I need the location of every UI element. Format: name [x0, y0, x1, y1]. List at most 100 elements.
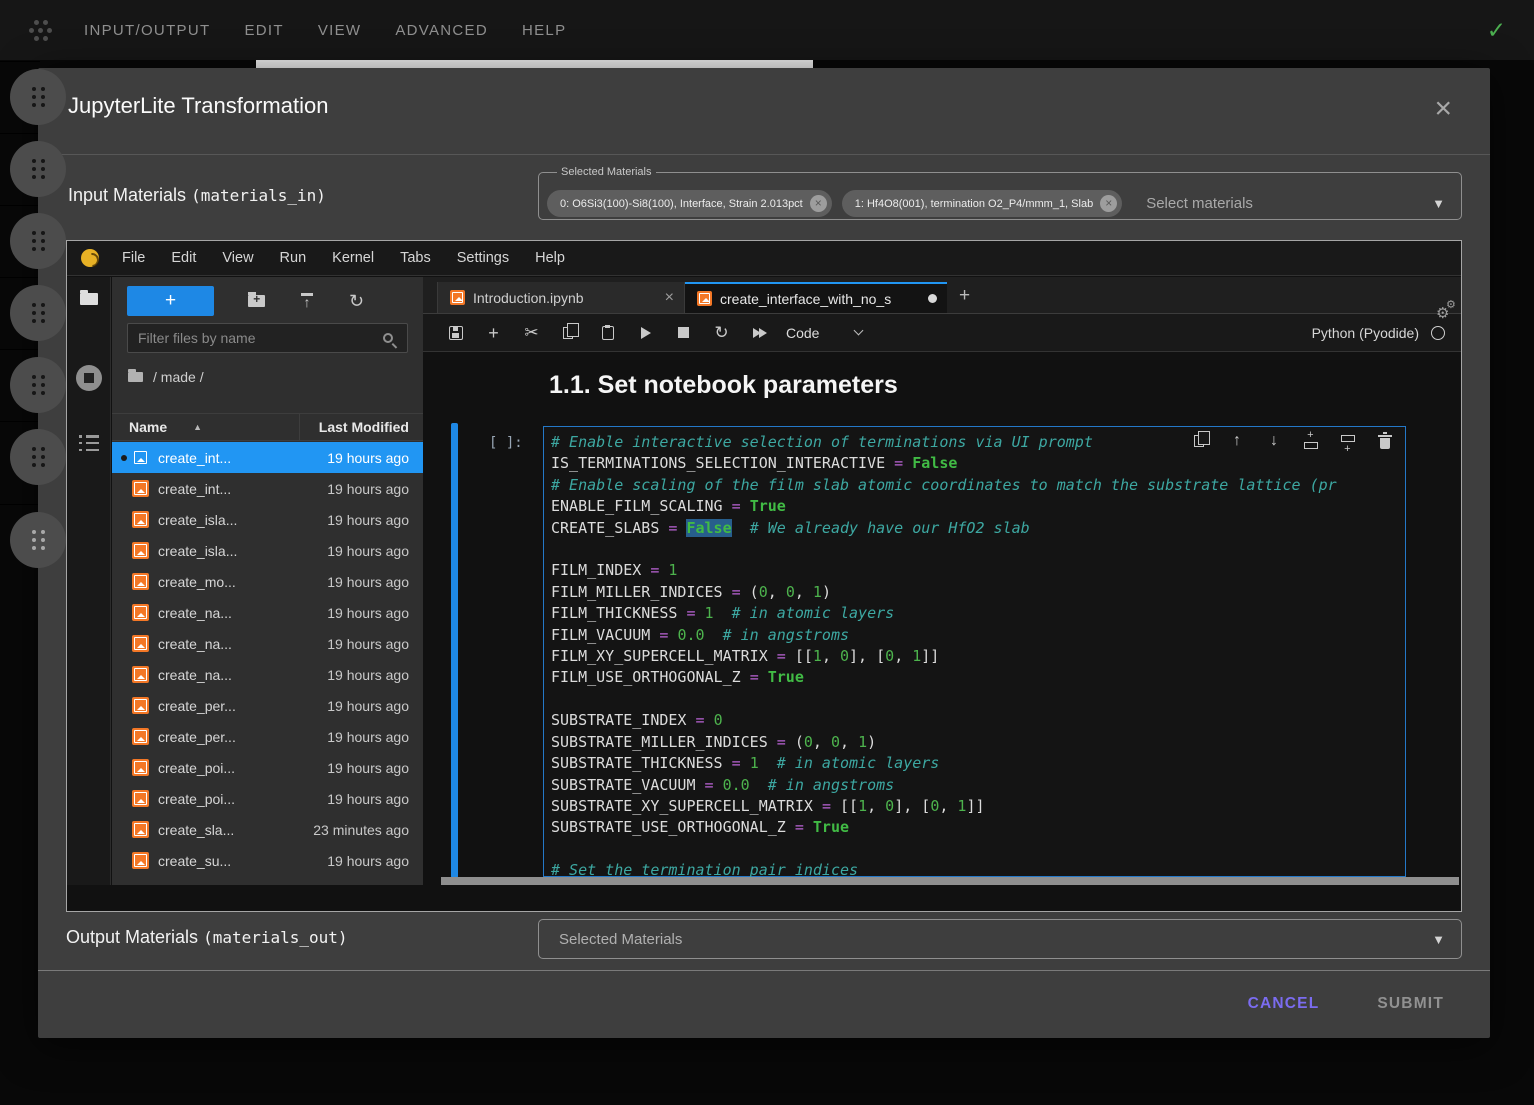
app-menu-item-advanced[interactable]: ADVANCED [395, 22, 488, 39]
material-chip[interactable]: 1: Hf4O8(001), termination O2_P4/mmm_1, … [842, 190, 1122, 217]
run-icon[interactable] [637, 324, 654, 341]
cut-icon[interactable]: ✂ [523, 324, 540, 341]
jupyter-menu-settings[interactable]: Settings [444, 250, 522, 266]
jupyter-menu-run[interactable]: Run [267, 250, 320, 266]
tab-close-icon[interactable]: × [665, 289, 674, 307]
file-name: create_poi... [158, 791, 235, 807]
move-down-icon[interactable]: ↓ [1266, 433, 1282, 449]
home-folder-icon[interactable] [128, 372, 143, 382]
material-chip[interactable]: 0: O6Si3(100)-Si8(100), Interface, Strai… [547, 190, 832, 217]
app-menu-item-input-output[interactable]: INPUT/OUTPUT [84, 22, 210, 39]
paste-icon[interactable] [599, 324, 616, 341]
kernel-name[interactable]: Python (Pyodide) [1312, 325, 1419, 341]
cell-collapser[interactable] [451, 423, 458, 877]
unit-drag-handle[interactable] [10, 213, 66, 269]
unit-row-divider [0, 133, 40, 134]
tab-inactive[interactable]: Introduction.ipynb× [437, 282, 685, 313]
delete-icon[interactable] [1377, 433, 1393, 449]
file-name: create_poi... [158, 760, 235, 776]
unit-drag-handle[interactable] [10, 512, 66, 568]
file-row[interactable]: create_poi...19 hours ago [112, 783, 423, 814]
unit-drag-handle[interactable] [10, 357, 66, 413]
code-line: FILM_VACUUM = 0.0 # in angstroms [551, 625, 1398, 646]
submit-button[interactable]: SUBMIT [1371, 994, 1450, 1014]
tab-dirty-icon[interactable] [928, 294, 937, 303]
file-row[interactable]: create_int...19 hours ago [112, 473, 423, 504]
close-icon[interactable]: × [1434, 96, 1452, 122]
app-menu-item-help[interactable]: HELP [522, 22, 566, 39]
tab-active[interactable]: create_interface_with_no_s [685, 282, 947, 313]
insert-above-icon[interactable] [1303, 433, 1319, 449]
select-materials-placeholder[interactable]: Select materials [1146, 195, 1253, 212]
new-launcher-button[interactable]: + [127, 286, 214, 316]
file-row[interactable]: create_su...19 hours ago [112, 845, 423, 876]
settings-gears-icon[interactable]: ⚙⚙ [1436, 298, 1462, 324]
remove-chip-icon[interactable]: × [810, 195, 827, 212]
running-kernels-icon[interactable] [76, 365, 102, 391]
table-of-contents-icon[interactable] [79, 435, 99, 451]
file-row[interactable]: create_poi...19 hours ago [112, 752, 423, 783]
cell-type-dropdown[interactable]: Code [786, 325, 862, 341]
notebook-file-icon [132, 790, 149, 807]
new-tab-icon[interactable]: + [959, 285, 970, 307]
new-folder-icon[interactable] [248, 295, 265, 307]
app-menu-item-view[interactable]: VIEW [318, 22, 362, 39]
file-row[interactable]: create_per...19 hours ago [112, 690, 423, 721]
file-modified: 19 hours ago [235, 791, 423, 807]
move-up-icon[interactable]: ↑ [1229, 433, 1245, 449]
upload-icon[interactable] [299, 293, 315, 309]
insert-below-icon[interactable] [1340, 433, 1356, 449]
unit-row-divider [0, 504, 40, 505]
file-row[interactable]: create_isla...19 hours ago [112, 535, 423, 566]
horizontal-scrollbar[interactable] [441, 877, 1459, 885]
column-name[interactable]: Name ▲ [112, 414, 300, 440]
stop-icon[interactable] [675, 324, 692, 341]
scrollbar-thumb[interactable] [441, 877, 1459, 885]
file-browser-icon[interactable] [80, 293, 98, 305]
file-row[interactable]: create_na...19 hours ago [112, 628, 423, 659]
breadcrumb[interactable]: / made / [128, 369, 204, 385]
app-menu-item-edit[interactable]: EDIT [244, 22, 283, 39]
breadcrumb-path[interactable]: / made / [153, 369, 204, 385]
jupyter-menu-help[interactable]: Help [522, 250, 578, 266]
dropdown-arrow-icon[interactable]: ▼ [1432, 196, 1445, 211]
unit-drag-handle[interactable] [10, 69, 66, 125]
kernel-idle-icon[interactable] [1431, 326, 1445, 340]
notebook-file-icon [132, 697, 149, 714]
selected-materials-field: Selected Materials 0: O6Si3(100)-Si8(100… [538, 166, 1462, 220]
material-chip-label: 0: O6Si3(100)-Si8(100), Interface, Strai… [560, 198, 803, 210]
drag-dots-icon [32, 375, 45, 395]
main-dock: Introduction.ipynb×create_interface_with… [423, 277, 1462, 885]
file-row[interactable]: create_isla...19 hours ago [112, 504, 423, 535]
unit-drag-handle[interactable] [10, 141, 66, 197]
fast-forward-icon[interactable] [751, 324, 768, 341]
code-editor[interactable]: # Enable interactive selection of termin… [543, 426, 1406, 877]
jupyter-menu-view[interactable]: View [209, 250, 266, 266]
refresh-icon[interactable]: ↻ [349, 293, 364, 309]
file-row[interactable]: create_na...19 hours ago [112, 597, 423, 628]
file-row[interactable]: create_na...19 hours ago [112, 659, 423, 690]
unit-drag-handle[interactable] [10, 429, 66, 485]
file-row[interactable]: create_sla...23 minutes ago [112, 814, 423, 845]
insert-cell-icon[interactable]: + [485, 324, 502, 341]
restart-icon[interactable]: ↻ [713, 324, 730, 341]
jupyter-menu-kernel[interactable]: Kernel [319, 250, 387, 266]
jupyter-menu-tabs[interactable]: Tabs [387, 250, 444, 266]
workflow-check-icon[interactable]: ✓ [1487, 17, 1506, 44]
file-row[interactable]: create_int...19 hours ago [112, 442, 423, 473]
file-row[interactable]: create_mo...19 hours ago [112, 566, 423, 597]
remove-chip-icon[interactable]: × [1100, 195, 1117, 212]
save-icon[interactable] [447, 324, 464, 341]
dropdown-arrow-icon[interactable]: ▼ [1432, 932, 1445, 947]
duplicate-icon[interactable] [1192, 433, 1208, 449]
file-row[interactable]: create_per...19 hours ago [112, 721, 423, 752]
jupyter-menu-file[interactable]: File [109, 250, 158, 266]
cancel-button[interactable]: CANCEL [1242, 994, 1326, 1014]
unit-drag-handle[interactable] [10, 285, 66, 341]
jupyter-menu-edit[interactable]: Edit [158, 250, 209, 266]
column-last-modified[interactable]: Last Modified [300, 419, 423, 435]
filter-files-input[interactable] [128, 330, 383, 346]
copy-icon[interactable] [561, 324, 578, 341]
input-materials-var: (materials_in) [191, 186, 326, 205]
output-materials-select[interactable]: Selected Materials ▼ [538, 919, 1462, 959]
